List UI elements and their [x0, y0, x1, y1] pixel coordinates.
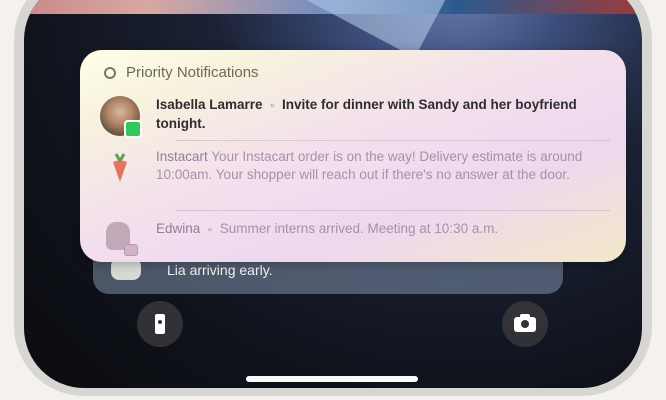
messages-badge-icon: [124, 244, 138, 256]
notification-item-instacart[interactable]: Instacart Your Instacart order is on the…: [100, 148, 606, 188]
notification-item-edwina[interactable]: Edwina ▫ Summer interns arrived. Meeting…: [100, 220, 606, 260]
priority-ring-icon: [104, 66, 116, 79]
notification-text: Instacart Your Instacart order is on the…: [156, 148, 606, 184]
carrot-icon: [113, 153, 127, 182]
message-bubble-icon: ▫: [208, 224, 212, 236]
notification-sender: Isabella Lamarre: [156, 97, 263, 112]
notification-sender: Edwina: [156, 221, 201, 236]
home-indicator[interactable]: [246, 376, 418, 382]
messages-badge-icon: [124, 120, 142, 138]
divider: [176, 140, 610, 141]
notification-message: Your Instacart order is on the way! Deli…: [156, 149, 583, 182]
card-title: Priority Notifications: [126, 64, 259, 81]
camera-button[interactable]: [502, 301, 548, 347]
notification-text: Edwina ▫ Summer interns arrived. Meeting…: [156, 220, 498, 239]
camera-icon: [514, 313, 536, 332]
sender-avatar: [100, 220, 140, 260]
notification-sender: Instacart: [156, 149, 208, 164]
sender-avatar: [100, 148, 140, 188]
message-bubble-icon: ▫: [270, 100, 275, 112]
notification-item-isabella[interactable]: Isabella Lamarre ▫ Invite for dinner wit…: [100, 96, 606, 138]
priority-notifications-card[interactable]: Priority Notifications Isabella Lamarre …: [80, 50, 626, 262]
notification-message: Summer interns arrived. Meeting at 10:30…: [219, 221, 499, 236]
flashlight-button[interactable]: [137, 301, 183, 347]
card-header: Priority Notifications: [104, 64, 259, 81]
divider: [176, 210, 610, 211]
sender-avatar: [100, 96, 142, 138]
flashlight-icon: [155, 314, 165, 334]
notification-text: Isabella Lamarre ▫ Invite for dinner wit…: [156, 96, 606, 133]
background-notification-text: Lia arriving early.: [167, 262, 273, 278]
